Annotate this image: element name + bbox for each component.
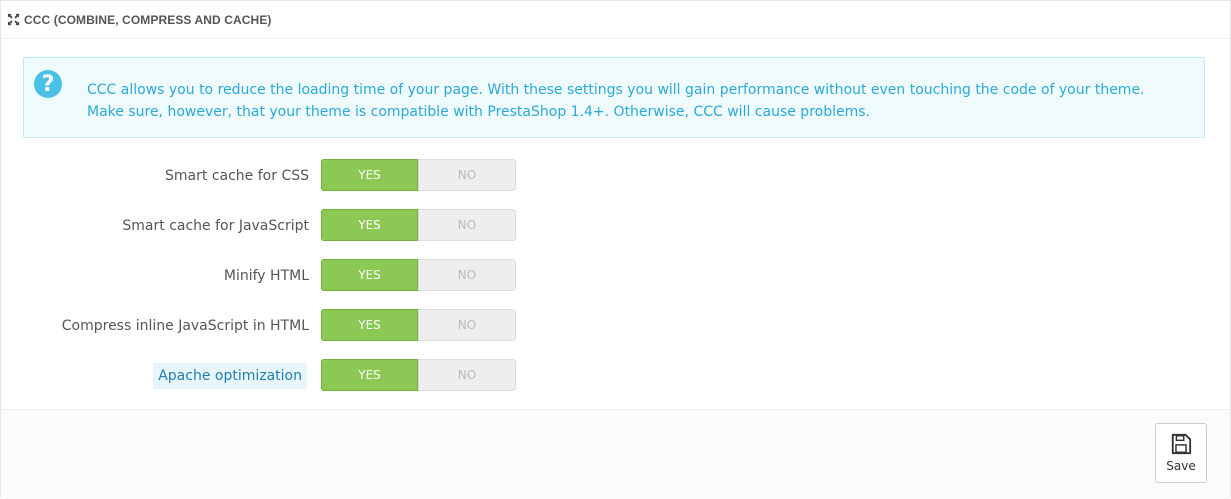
ccc-panel: CCC (COMBINE, COMPRESS AND CACHE) ? CCC … xyxy=(0,0,1231,499)
compress-inline-js-toggle[interactable]: YES NO xyxy=(321,309,516,341)
setting-row-smart-cache-css: Smart cache for CSS YES NO xyxy=(1,158,1230,208)
setting-label-help[interactable]: Apache optimization xyxy=(153,363,307,389)
no-option[interactable]: NO xyxy=(418,309,516,341)
yes-option[interactable]: YES xyxy=(321,159,418,191)
no-option[interactable]: NO xyxy=(418,259,516,291)
no-option[interactable]: NO xyxy=(418,159,516,191)
question-circle-icon: ? xyxy=(34,70,62,98)
save-button[interactable]: Save xyxy=(1155,423,1207,483)
yes-option[interactable]: YES xyxy=(321,309,418,341)
setting-row-smart-cache-js: Smart cache for JavaScript YES NO xyxy=(1,208,1230,258)
setting-row-minify-html: Minify HTML YES NO xyxy=(1,258,1230,308)
minify-html-toggle[interactable]: YES NO xyxy=(321,259,516,291)
no-option[interactable]: NO xyxy=(418,359,516,391)
setting-row-compress-inline-js: Compress inline JavaScript in HTML YES N… xyxy=(1,308,1230,358)
expand-arrows-icon xyxy=(7,13,20,26)
floppy-disk-icon xyxy=(1171,433,1192,455)
yes-option[interactable]: YES xyxy=(321,209,418,241)
panel-footer: Save xyxy=(1,409,1230,499)
setting-label: Compress inline JavaScript in HTML xyxy=(61,318,309,334)
settings-list: Smart cache for CSS YES NO Smart cache f… xyxy=(1,158,1230,408)
setting-label: Smart cache for JavaScript xyxy=(122,218,309,234)
yes-option[interactable]: YES xyxy=(321,259,418,291)
info-alert: ? CCC allows you to reduce the loading t… xyxy=(23,57,1205,138)
panel-heading: CCC (COMBINE, COMPRESS AND CACHE) xyxy=(1,1,1230,39)
setting-row-apache-optimization: Apache optimization YES NO xyxy=(1,358,1230,408)
smart-cache-js-toggle[interactable]: YES NO xyxy=(321,209,516,241)
alert-text: CCC allows you to reduce the loading tim… xyxy=(87,82,1145,120)
save-label: Save xyxy=(1166,459,1196,473)
setting-label: Smart cache for CSS xyxy=(165,168,309,184)
yes-option[interactable]: YES xyxy=(321,359,418,391)
setting-label: Minify HTML xyxy=(223,268,309,284)
smart-cache-css-toggle[interactable]: YES NO xyxy=(321,159,516,191)
apache-optimization-toggle[interactable]: YES NO xyxy=(321,359,516,391)
no-option[interactable]: NO xyxy=(418,209,516,241)
panel-title: CCC (COMBINE, COMPRESS AND CACHE) xyxy=(24,12,272,27)
